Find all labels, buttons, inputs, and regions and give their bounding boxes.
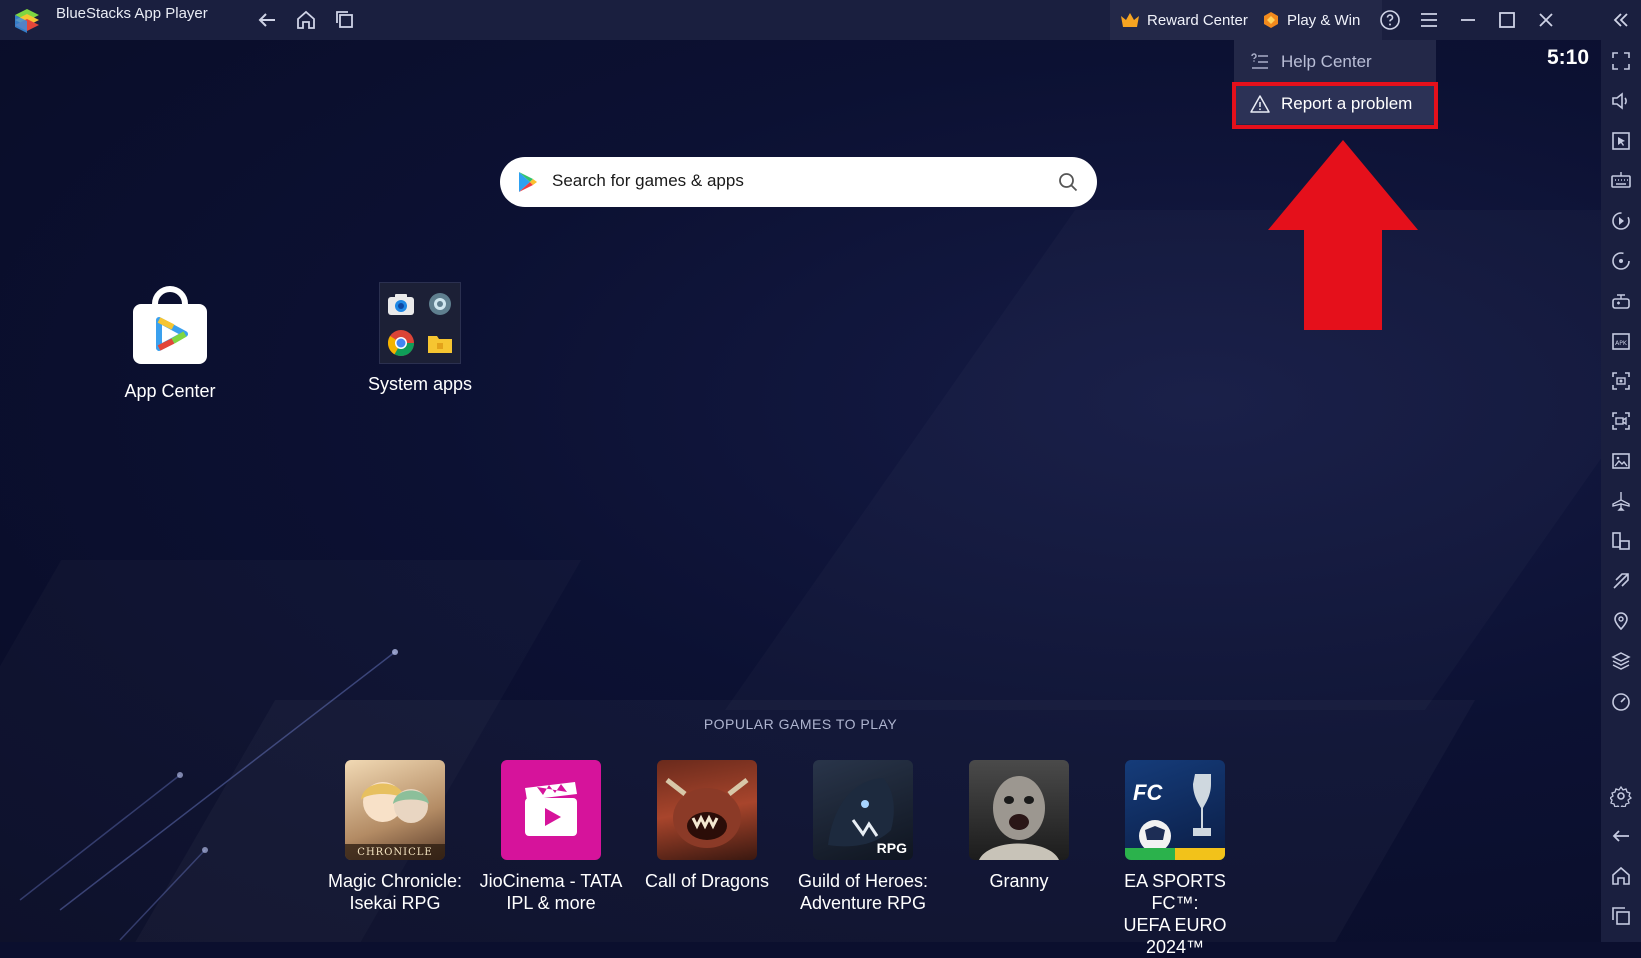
settings-icon bbox=[429, 293, 451, 315]
multi-instance-icon[interactable] bbox=[1610, 530, 1632, 552]
game-title: Call of Dragons bbox=[644, 871, 770, 891]
close-icon[interactable] bbox=[1534, 8, 1558, 32]
play-win-label: Play & Win bbox=[1287, 11, 1361, 29]
bluestacks-logo-icon bbox=[15, 9, 39, 33]
sidebar-recents-icon[interactable] bbox=[1610, 905, 1632, 927]
game-thumbnail bbox=[501, 760, 601, 860]
minimize-icon[interactable] bbox=[1456, 8, 1480, 32]
game-thumbnail bbox=[657, 760, 757, 860]
reward-center-label: Reward Center bbox=[1147, 11, 1248, 29]
recent-apps-icon[interactable] bbox=[333, 8, 357, 32]
game-title: Guild of Heroes: Adventure RPG bbox=[797, 871, 929, 913]
system-apps-icon bbox=[379, 282, 461, 364]
game-title: JioCinema - TATA IPL & more bbox=[479, 871, 623, 913]
game-title: Magic Chronicle: Isekai RPG bbox=[327, 871, 463, 913]
game-title: EA SPORTS FC™: UEFA EURO 2024™ bbox=[1123, 871, 1227, 957]
macro-play-icon[interactable] bbox=[1610, 210, 1632, 232]
sidebar-home-icon[interactable] bbox=[1610, 865, 1632, 887]
file-manager-icon bbox=[428, 336, 452, 353]
highlight-box bbox=[1232, 82, 1438, 129]
app-center-icon bbox=[133, 286, 207, 364]
collapse-sidebar-icon[interactable] bbox=[1608, 8, 1632, 32]
game-thumbnail: CHRONICLE bbox=[345, 760, 445, 860]
home-icon[interactable] bbox=[294, 8, 318, 32]
popular-games-title: POPULAR GAMES TO PLAY bbox=[703, 716, 898, 732]
play-win-button[interactable]: Play & Win bbox=[1252, 0, 1382, 40]
app-title: BlueStacks App Player bbox=[56, 5, 208, 22]
app-center-label: App Center bbox=[124, 381, 216, 401]
game-granny[interactable]: Granny bbox=[944, 760, 1094, 892]
game-thumbnail: FC bbox=[1125, 760, 1225, 860]
layers-icon[interactable] bbox=[1610, 650, 1632, 672]
keyboard-icon[interactable] bbox=[1610, 170, 1632, 192]
search-icon[interactable] bbox=[1057, 171, 1079, 193]
game-title: Granny bbox=[989, 871, 1049, 891]
clapper-icon bbox=[525, 782, 577, 836]
record-screen-icon[interactable] bbox=[1610, 410, 1632, 432]
right-sidebar: APK bbox=[1601, 40, 1641, 942]
status-clock: 5:10 bbox=[1546, 46, 1589, 69]
performance-icon[interactable] bbox=[1610, 690, 1632, 712]
game-guild-of-heroes[interactable]: RPG Guild of Heroes: Adventure RPG bbox=[788, 760, 938, 914]
red-arrow-annotation bbox=[1268, 140, 1418, 330]
help-center-icon bbox=[1251, 53, 1268, 69]
svg-text:APK: APK bbox=[1615, 340, 1628, 347]
fullscreen-icon[interactable] bbox=[1610, 50, 1632, 72]
app-center-shortcut[interactable]: App Center bbox=[110, 282, 230, 402]
game-ea-sports-fc[interactable]: FC EA SPORTS FC™: UEFA EURO 2024™ bbox=[1100, 760, 1250, 958]
gamepad-icon[interactable] bbox=[1610, 290, 1632, 312]
cursor-lock-icon[interactable] bbox=[1610, 130, 1632, 152]
hamburger-menu-icon[interactable] bbox=[1417, 8, 1441, 32]
chrome-icon bbox=[387, 330, 415, 357]
maximize-icon[interactable] bbox=[1495, 8, 1519, 32]
title-bar: BlueStacks App Player Reward Center Play… bbox=[0, 0, 1641, 40]
help-icon[interactable] bbox=[1378, 8, 1402, 32]
crown-icon bbox=[1121, 13, 1139, 27]
search-bar[interactable]: Search for games & apps bbox=[500, 157, 1097, 207]
game-jiocinema[interactable]: JioCinema - TATA IPL & more bbox=[476, 760, 626, 914]
badge-icon bbox=[1264, 12, 1278, 28]
back-arrow-icon[interactable] bbox=[255, 8, 279, 32]
screenshot-icon[interactable] bbox=[1610, 370, 1632, 392]
camera-icon bbox=[388, 294, 414, 315]
game-magic-chronicle[interactable]: CHRONICLE Magic Chronicle: Isekai RPG bbox=[320, 760, 470, 914]
settings-gear-icon[interactable] bbox=[1608, 785, 1633, 811]
game-call-of-dragons[interactable]: Call of Dragons bbox=[632, 760, 782, 892]
airplane-mode-icon[interactable] bbox=[1610, 490, 1632, 512]
menu-item-help-center[interactable]: Help Center bbox=[1234, 42, 1436, 82]
sidebar-back-icon[interactable] bbox=[1610, 825, 1632, 847]
help-center-label: Help Center bbox=[1281, 52, 1372, 71]
system-apps-folder[interactable]: System apps bbox=[360, 282, 480, 395]
reward-center-button[interactable]: Reward Center bbox=[1110, 0, 1262, 40]
search-placeholder: Search for games & apps bbox=[552, 171, 744, 190]
volume-icon[interactable] bbox=[1610, 90, 1632, 112]
game-thumbnail bbox=[969, 760, 1069, 860]
game-badge: CHRONICLE bbox=[357, 847, 433, 858]
rotate-icon[interactable] bbox=[1610, 250, 1632, 272]
game-thumbnail: RPG bbox=[813, 760, 913, 860]
apk-install-icon[interactable]: APK bbox=[1610, 330, 1632, 352]
media-folder-icon[interactable] bbox=[1610, 450, 1632, 472]
location-icon[interactable] bbox=[1610, 610, 1632, 632]
eco-mode-icon[interactable] bbox=[1610, 570, 1632, 592]
google-play-icon bbox=[519, 172, 537, 192]
system-apps-label: System apps bbox=[367, 374, 473, 394]
svg-text:FC: FC bbox=[1133, 780, 1163, 805]
game-badge: RPG bbox=[876, 840, 907, 856]
